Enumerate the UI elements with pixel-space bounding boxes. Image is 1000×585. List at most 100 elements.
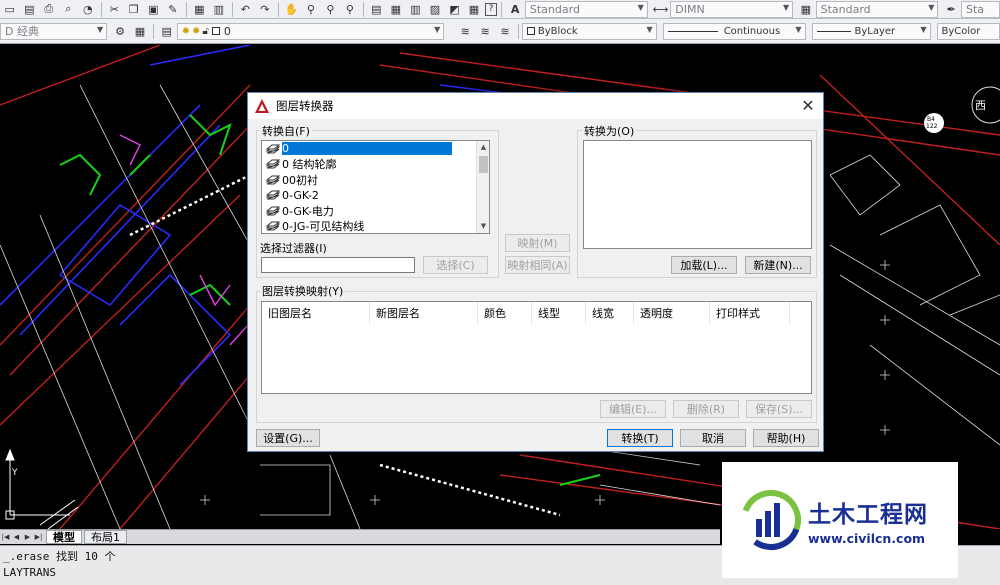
save-button[interactable]: 保存(S)... [746, 400, 812, 418]
mappings-column-header[interactable]: 线型 [532, 302, 586, 324]
chevron-down-icon: ▼ [928, 2, 935, 12]
table-icon[interactable]: ▥ [210, 1, 228, 17]
help-icon[interactable]: ? [484, 2, 498, 16]
cancel-button[interactable]: 取消 [680, 429, 746, 447]
cut-icon[interactable]: ✂ [106, 1, 124, 17]
pan-icon[interactable]: ✋ [283, 1, 301, 17]
lineweight-sample [816, 30, 851, 32]
close-icon[interactable]: ✕ [799, 97, 817, 115]
layer-stack-icon [265, 175, 281, 185]
map-button[interactable]: 映射(M) [505, 234, 570, 252]
mappings-column-header[interactable]: 旧图层名 [262, 302, 370, 324]
translate-from-list[interactable]: 0 0 结构轮廓 00初衬 0-GK-2 0-GK-电力 0-JG-可见结构线 ▲ ▼ [261, 140, 490, 234]
tab-layout1[interactable]: 布局1 [84, 530, 127, 544]
block-editor-icon[interactable]: ▦ [191, 1, 209, 17]
multileader-style-select[interactable]: Sta [960, 0, 1000, 18]
layer-manager-icon[interactable]: ▤ [158, 23, 176, 39]
open-icon[interactable]: ▤ [21, 1, 39, 17]
workspace-select[interactable]: D 经典 ▼ [0, 22, 108, 40]
translate-to-list[interactable] [583, 140, 812, 249]
svg-text:122: 122 [926, 123, 938, 130]
translate-button[interactable]: 转换(T) [607, 429, 673, 447]
select-button[interactable]: 选择(C) [423, 256, 488, 274]
layer-stack-icon [265, 190, 281, 200]
dim-style-select[interactable]: DIMN ▼ [670, 0, 794, 18]
plotstyle-select[interactable]: ByColor [936, 22, 1000, 40]
next-tab-icon[interactable]: ▶ [22, 531, 33, 544]
sheet-set-icon[interactable]: ▨ [426, 1, 444, 17]
layer-lock-icon: 🔓︎ [202, 25, 209, 37]
layer-previous-icon[interactable]: ≋ [476, 23, 494, 39]
layer-list-item[interactable]: 0 [262, 141, 489, 157]
layer-name: 00初衬 [282, 173, 318, 187]
svg-text:Y: Y [11, 468, 18, 478]
first-tab-icon[interactable]: |◀ [0, 531, 11, 544]
calculator-icon[interactable]: ▦ [465, 1, 483, 17]
linetype-select[interactable]: Continuous ▼ [662, 22, 806, 40]
scroll-down-icon[interactable]: ▼ [477, 220, 490, 233]
list-scrollbar[interactable]: ▲ ▼ [476, 141, 489, 233]
zoom-realtime-icon[interactable]: ⚲ [302, 1, 320, 17]
markup-icon[interactable]: ◩ [446, 1, 464, 17]
match-properties-icon[interactable]: ✎ [164, 1, 182, 17]
layer-list-item[interactable]: 00初衬 [262, 172, 489, 188]
layer-list: 0 0 结构轮廓 00初衬 0-GK-2 0-GK-电力 0-JG-可见结构线 [262, 141, 489, 234]
print-icon[interactable]: ⎙ [40, 1, 58, 17]
make-current-layer-icon[interactable]: ≋ [456, 23, 474, 39]
text-style-icon: A [510, 2, 520, 16]
layer-list-item[interactable]: 0-GK-电力 [262, 203, 489, 219]
design-center-icon[interactable]: ▦ [387, 1, 405, 17]
prev-tab-icon[interactable]: ◀ [11, 531, 22, 544]
undo-icon[interactable]: ↶ [237, 1, 255, 17]
mappings-column-header[interactable]: 透明度 [634, 302, 710, 324]
tool-palettes-icon[interactable]: ▥ [407, 1, 425, 17]
text-style-select[interactable]: Standard ▼ [524, 0, 648, 18]
autocad-logo-icon [255, 99, 269, 113]
chevron-down-icon: ▼ [434, 24, 441, 34]
translate-to-label: 转换为(O) [582, 123, 637, 139]
scroll-thumb[interactable] [479, 156, 488, 173]
layer-name: 0-JG-可见结构线 [282, 220, 365, 234]
tab-model[interactable]: 模型 [46, 530, 82, 544]
load-button[interactable]: 加载(L)... [671, 256, 737, 274]
remove-button[interactable]: 删除(R) [673, 400, 739, 418]
multileader-style-icon: ✒ [946, 2, 956, 16]
help-button[interactable]: 帮助(H) [753, 429, 819, 447]
layer-color-swatch [211, 27, 220, 35]
properties-icon[interactable]: ▤ [368, 1, 386, 17]
print-preview-icon[interactable]: ⌕ [60, 1, 78, 17]
lineweight-select[interactable]: ByLayer ▼ [811, 22, 931, 40]
mappings-table[interactable]: 旧图层名 新图层名 颜色 线型 线宽 透明度 打印样式 [261, 301, 812, 394]
mappings-column-header[interactable]: 颜色 [478, 302, 532, 324]
layer-list-item[interactable]: 0-GK-2 [262, 188, 489, 204]
mappings-column-header[interactable]: 新图层名 [370, 302, 478, 324]
paste-icon[interactable]: ▣ [145, 1, 163, 17]
last-tab-icon[interactable]: ▶| [33, 531, 44, 544]
redo-icon[interactable]: ↷ [256, 1, 274, 17]
dialog-titlebar[interactable]: 图层转换器 ✕ [248, 93, 823, 119]
settings-button[interactable]: 设置(G)... [256, 429, 320, 447]
table-style-select[interactable]: Standard ▼ [815, 0, 939, 18]
scroll-up-icon[interactable]: ▲ [477, 141, 490, 154]
color-select[interactable]: ByBlock ▼ [521, 22, 657, 40]
workspace-settings-icon[interactable]: ⚙ [111, 23, 129, 39]
mappings-column-header[interactable]: 打印样式 [710, 302, 790, 324]
zoom-previous-icon[interactable]: ⚲ [341, 1, 359, 17]
layer-state-icon[interactable]: ≋ [496, 23, 514, 39]
filter-input[interactable] [261, 257, 415, 273]
chevron-down-icon: ▼ [646, 24, 653, 34]
new-icon[interactable]: ▭ [1, 1, 19, 17]
layer-select[interactable]: ✹ ✹ 🔓︎ 0 ▼ [176, 22, 445, 40]
layer-list-item[interactable]: 0-JG-可见结构线 [262, 219, 489, 235]
edit-button[interactable]: 编辑(E)... [600, 400, 666, 418]
customize-icon[interactable]: ▦ [131, 23, 149, 39]
publish-icon[interactable]: ◔ [79, 1, 97, 17]
layer-list-item[interactable]: 0 结构轮廓 [262, 157, 489, 173]
zoom-window-icon[interactable]: ⚲ [322, 1, 340, 17]
dialog-title: 图层转换器 [276, 99, 334, 113]
copy-icon[interactable]: ❐ [125, 1, 143, 17]
compass-label: 西 [975, 99, 986, 112]
map-same-button[interactable]: 映射相同(A) [505, 256, 570, 274]
mappings-column-header[interactable]: 线宽 [586, 302, 634, 324]
new-layer-button[interactable]: 新建(N)... [745, 256, 811, 274]
